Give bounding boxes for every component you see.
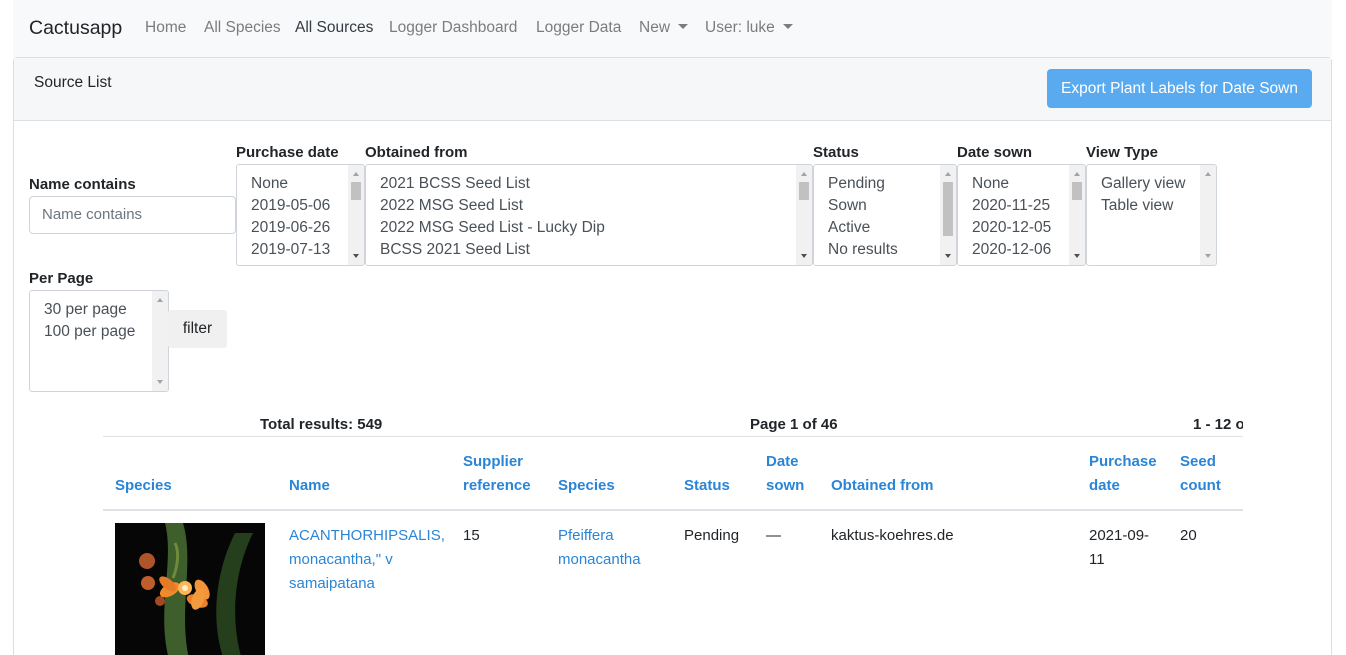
view-type-option[interactable]: Gallery view bbox=[1087, 173, 1200, 195]
purchase-date-option[interactable]: 2019-05-06 bbox=[237, 195, 348, 217]
date-sown-option[interactable]: 2020-11-25 bbox=[958, 195, 1069, 217]
status-select[interactable]: Pending Sown Active No results bbox=[813, 164, 957, 266]
species-photo[interactable] bbox=[115, 523, 265, 655]
col-purchase-date-line2[interactable]: date bbox=[1089, 474, 1120, 498]
total-results: Total results: 549 bbox=[260, 416, 383, 433]
caret-down-icon bbox=[782, 24, 793, 29]
obtained-from-option[interactable]: BCSS 2021 Seed List bbox=[366, 239, 796, 261]
nav-all-sources[interactable]: All Sources bbox=[295, 19, 373, 37]
obtained-from-scrollbar[interactable] bbox=[796, 165, 812, 265]
row-purchase-date-line1: 2021-09- bbox=[1089, 527, 1150, 544]
per-page-option[interactable]: 30 per page bbox=[30, 299, 152, 321]
view-type-label: View Type bbox=[1086, 144, 1158, 161]
obtained-from-select[interactable]: 2021 BCSS Seed List 2022 MSG Seed List 2… bbox=[365, 164, 813, 266]
date-sown-label: Date sown bbox=[957, 144, 1033, 161]
date-sown-option[interactable]: 2020-12-06 bbox=[958, 239, 1069, 261]
per-page-option[interactable]: 100 per page bbox=[30, 321, 152, 343]
row-seed-count: 20 bbox=[1180, 527, 1197, 544]
col-species[interactable]: Species bbox=[558, 474, 615, 498]
date-sown-scrollbar[interactable] bbox=[1069, 165, 1085, 265]
purchase-date-option[interactable]: 2019-06-26 bbox=[237, 217, 348, 239]
nav-logger-data[interactable]: Logger Data bbox=[536, 19, 621, 37]
col-date-sown-line1[interactable]: Date bbox=[766, 450, 799, 474]
per-page-select[interactable]: 30 per page 100 per page bbox=[29, 290, 169, 392]
status-option[interactable]: Pending bbox=[814, 173, 940, 195]
col-obtained-from[interactable]: Obtained from bbox=[831, 474, 934, 498]
status-option[interactable]: Sown bbox=[814, 195, 940, 217]
caret-down-icon bbox=[678, 24, 689, 29]
divider bbox=[103, 436, 1243, 437]
row-date-sown: — bbox=[766, 527, 781, 544]
filter-button[interactable]: filter bbox=[168, 310, 227, 348]
per-page-scrollbar[interactable] bbox=[152, 291, 168, 391]
nav-user-dropdown[interactable]: User: luke bbox=[705, 19, 793, 37]
navbar: Cactusapp Home All Species All Sources L… bbox=[13, 0, 1332, 57]
name-contains-label: Name contains bbox=[29, 176, 136, 193]
status-scrollbar[interactable] bbox=[940, 165, 956, 265]
status-label: Status bbox=[813, 144, 859, 161]
row-obtained-from: kaktus-koehres.de bbox=[831, 527, 954, 544]
page-title: Source List bbox=[34, 74, 112, 91]
row-name-line3[interactable]: samaipatana bbox=[289, 572, 375, 596]
nav-logger-dashboard[interactable]: Logger Dashboard bbox=[389, 19, 517, 37]
export-plant-labels-button[interactable]: Export Plant Labels for Date Sown bbox=[1047, 69, 1312, 108]
name-contains-input[interactable]: Name contains bbox=[29, 196, 236, 234]
col-purchase-date-line1[interactable]: Purchase bbox=[1089, 450, 1157, 474]
purchase-date-option[interactable]: None bbox=[237, 173, 348, 195]
row-supplier-reference: 15 bbox=[463, 527, 480, 544]
col-name[interactable]: Name bbox=[289, 474, 330, 498]
purchase-date-select[interactable]: None 2019-05-06 2019-06-26 2019-07-13 bbox=[236, 164, 365, 266]
date-sown-select[interactable]: None 2020-11-25 2020-12-05 2020-12-06 bbox=[957, 164, 1086, 266]
nav-all-species[interactable]: All Species bbox=[204, 19, 281, 37]
nav-user-label: User: luke bbox=[705, 19, 775, 36]
row-species-line2[interactable]: monacantha bbox=[558, 548, 641, 572]
obtained-from-option[interactable]: 2022 MSG Seed List bbox=[366, 195, 796, 217]
row-name-line2[interactable]: monacantha," v bbox=[289, 548, 393, 572]
header-divider bbox=[103, 509, 1243, 511]
col-status[interactable]: Status bbox=[684, 474, 730, 498]
results-range-clip: 1 - 12 of 549 bbox=[1193, 416, 1243, 436]
date-sown-option[interactable]: None bbox=[958, 173, 1069, 195]
purchase-date-option[interactable]: 2019-07-13 bbox=[237, 239, 348, 261]
col-date-sown-line2[interactable]: sown bbox=[766, 474, 804, 498]
col-supplier-reference-line2[interactable]: reference bbox=[463, 474, 531, 498]
card-header: Source List Export Plant Labels for Date… bbox=[14, 58, 1331, 121]
results-range: 1 - 12 of 549 bbox=[1193, 416, 1243, 433]
nav-new-label: New bbox=[639, 19, 671, 36]
purchase-date-scrollbar[interactable] bbox=[348, 165, 364, 265]
brand[interactable]: Cactusapp bbox=[29, 17, 122, 40]
view-type-option[interactable]: Table view bbox=[1087, 195, 1200, 217]
obtained-from-option[interactable]: 2022 MSG Seed List - Lucky Dip bbox=[366, 217, 796, 239]
view-type-scrollbar[interactable] bbox=[1200, 165, 1216, 265]
row-status: Pending bbox=[684, 527, 740, 544]
purchase-date-label: Purchase date bbox=[236, 144, 339, 161]
status-option[interactable]: Active bbox=[814, 217, 940, 239]
per-page-label: Per Page bbox=[29, 270, 94, 287]
nav-home[interactable]: Home bbox=[145, 19, 186, 37]
view-type-select[interactable]: Gallery view Table view bbox=[1086, 164, 1217, 266]
obtained-from-label: Obtained from bbox=[365, 144, 468, 161]
row-species-line1[interactable]: Pfeiffera bbox=[558, 524, 614, 548]
col-supplier-reference-line1[interactable]: Supplier bbox=[463, 450, 523, 474]
col-seed-count-line1[interactable]: Seed bbox=[1180, 450, 1216, 474]
col-species-image[interactable]: Species bbox=[115, 474, 172, 498]
obtained-from-option[interactable]: 2021 BCSS Seed List bbox=[366, 173, 796, 195]
row-purchase-date-line2: 11 bbox=[1089, 551, 1105, 568]
nav-new-dropdown[interactable]: New bbox=[639, 19, 689, 37]
status-option[interactable]: No results bbox=[814, 239, 940, 261]
date-sown-option[interactable]: 2020-12-05 bbox=[958, 217, 1069, 239]
row-name-line1[interactable]: ACANTHORHIPSALIS, bbox=[289, 524, 445, 548]
page-indicator: Page 1 of 46 bbox=[750, 416, 838, 433]
col-seed-count-line2[interactable]: count bbox=[1180, 474, 1221, 498]
